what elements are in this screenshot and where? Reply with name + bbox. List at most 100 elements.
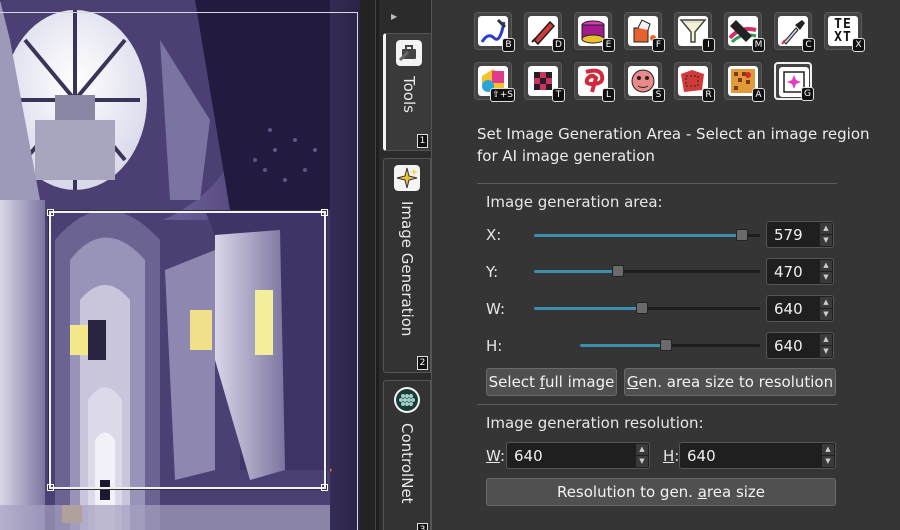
x-slider-fill	[534, 234, 742, 237]
resolution-to-gen-area-button[interactable]: Resolution to gen. area size	[486, 478, 836, 506]
x-slider-handle[interactable]	[736, 229, 748, 241]
res-height-spin-arrows[interactable]: ▲ ▼	[822, 444, 834, 467]
res-w-mnemonic: W	[486, 447, 500, 465]
resize-handle-top-left[interactable]	[47, 209, 54, 216]
lasso-tool-button[interactable]: L	[574, 62, 615, 102]
hotkey-badge: R	[702, 88, 715, 102]
res-h-mnemonic: H	[663, 447, 675, 465]
hotkey-badge: G	[801, 87, 814, 101]
res-height-spinbox[interactable]: 640 ▲ ▼	[679, 442, 836, 469]
h-spinbox[interactable]: 640 ▲ ▼	[766, 332, 834, 359]
resize-handle-bottom-left[interactable]	[47, 484, 54, 491]
hotkey-badge: E	[602, 38, 615, 52]
w-slider[interactable]	[534, 302, 760, 314]
gen-area-post: en. area size to resolution	[638, 373, 834, 391]
brush-tool-button[interactable]: B	[474, 12, 515, 52]
smudge-tool-button[interactable]: M	[724, 12, 765, 52]
gen-area-tool-button[interactable]: G	[774, 62, 814, 101]
y-spinbox[interactable]: 470 ▲ ▼	[766, 258, 834, 285]
tab-image-generation-label: Image Generation	[398, 201, 416, 337]
spin-down-icon[interactable]: ▼	[636, 456, 648, 467]
gen-area-size-to-resolution-button[interactable]: Gen. area size to resolution	[624, 368, 836, 396]
rect-select-tool-button[interactable]: R	[674, 62, 715, 102]
text-tool-button[interactable]: TE XT X	[824, 12, 865, 52]
w-spinbox[interactable]: 640 ▲ ▼	[766, 295, 834, 322]
resize-handle-top-right[interactable]	[321, 209, 328, 216]
x-spin-arrows[interactable]: ▲ ▼	[820, 223, 832, 246]
gen-area-title: Image generation area:	[486, 193, 663, 211]
select-full-post: ull image	[544, 373, 615, 391]
x-spinbox[interactable]: 579 ▲ ▼	[766, 221, 834, 248]
collapse-arrow-icon[interactable]: ▶	[391, 12, 397, 21]
hotkey-badge: ⇧+S	[490, 88, 515, 102]
w-slider-fill	[534, 307, 642, 310]
spin-down-icon[interactable]: ▼	[820, 309, 832, 320]
eraser-tool-button[interactable]: E	[574, 12, 615, 52]
fill-tool-button[interactable]: F	[624, 12, 665, 52]
tab-tools-label: Tools	[400, 76, 418, 113]
x-slider[interactable]	[534, 229, 760, 241]
auto-select-tool-button[interactable]: A	[724, 62, 765, 102]
y-slider[interactable]	[534, 265, 760, 277]
h-label: H:	[486, 337, 503, 355]
draw-tool-button[interactable]: D	[524, 12, 565, 52]
y-value: 470	[774, 263, 803, 281]
h-slider[interactable]	[580, 339, 760, 351]
spin-down-icon[interactable]: ▼	[820, 346, 832, 357]
spin-down-icon[interactable]: ▼	[822, 456, 834, 467]
spin-up-icon[interactable]: ▲	[820, 334, 832, 345]
filter-tool-button[interactable]: I	[674, 12, 715, 52]
hexgrid-icon	[394, 387, 420, 413]
generation-area-selection[interactable]	[47, 209, 328, 491]
hotkey-badge: X	[852, 38, 865, 52]
y-slider-fill	[534, 270, 618, 273]
tool-panel: B D E F I M C TE XT X ⇧+S T L S R A G Se…	[431, 0, 900, 530]
toolbox-icon	[396, 40, 422, 66]
hotkey-badge: I	[702, 38, 715, 52]
hotkey-badge: A	[752, 88, 765, 102]
tab-controlnet-label: ControlNet	[398, 423, 416, 504]
selection-brush-tool-button[interactable]: S	[624, 62, 665, 102]
tab-image-generation-shortcut: 2	[417, 356, 428, 370]
transform-tool-button[interactable]: T	[524, 62, 565, 102]
res-width-spin-arrows[interactable]: ▲ ▼	[636, 444, 648, 467]
x-label: X:	[486, 226, 502, 244]
dock-tab-bar: Tools 1 Image Generation 2 ControlNet 3	[383, 33, 431, 530]
spin-up-icon[interactable]: ▲	[820, 223, 832, 234]
spin-down-icon[interactable]: ▼	[820, 272, 832, 283]
hotkey-badge: B	[502, 38, 515, 52]
w-value: 640	[774, 300, 803, 318]
x-value: 579	[774, 226, 803, 244]
hotkey-badge: D	[552, 38, 565, 52]
res-btn-mnemonic: a	[697, 483, 707, 501]
resize-handle-bottom-right[interactable]	[321, 484, 328, 491]
hotkey-badge: S	[652, 88, 665, 102]
spin-up-icon[interactable]: ▲	[820, 297, 832, 308]
h-slider-handle[interactable]	[660, 339, 672, 351]
w-slider-handle[interactable]	[636, 302, 648, 314]
hotkey-badge: T	[552, 88, 565, 102]
select-full-image-button[interactable]: Select full image	[486, 368, 617, 396]
hotkey-badge: F	[652, 38, 665, 52]
tab-image-generation[interactable]: Image Generation 2	[383, 158, 431, 373]
tab-tools[interactable]: Tools 1	[383, 33, 431, 151]
h-spin-arrows[interactable]: ▲ ▼	[820, 334, 832, 357]
hotkey-badge: M	[752, 38, 765, 52]
hotkey-badge: L	[602, 88, 615, 102]
res-width-spinbox[interactable]: 640 ▲ ▼	[506, 442, 650, 469]
y-slider-handle[interactable]	[612, 265, 624, 277]
hotkey-badge: C	[802, 38, 815, 52]
spin-up-icon[interactable]: ▲	[822, 444, 834, 455]
w-spin-arrows[interactable]: ▲ ▼	[820, 297, 832, 320]
spin-up-icon[interactable]: ▲	[820, 260, 832, 271]
res-height-value: 640	[687, 447, 716, 465]
tool-description: Set Image Generation Area - Select an im…	[477, 125, 870, 165]
shape-tool-button[interactable]: ⇧+S	[474, 62, 515, 102]
color-picker-tool-button[interactable]: C	[774, 12, 815, 52]
image-canvas[interactable]	[0, 0, 375, 530]
y-spin-arrows[interactable]: ▲ ▼	[820, 260, 832, 283]
tab-controlnet[interactable]: ControlNet 3	[383, 380, 431, 530]
spin-down-icon[interactable]: ▼	[820, 235, 832, 246]
dock-splitter[interactable]	[375, 0, 379, 530]
spin-up-icon[interactable]: ▲	[636, 444, 648, 455]
